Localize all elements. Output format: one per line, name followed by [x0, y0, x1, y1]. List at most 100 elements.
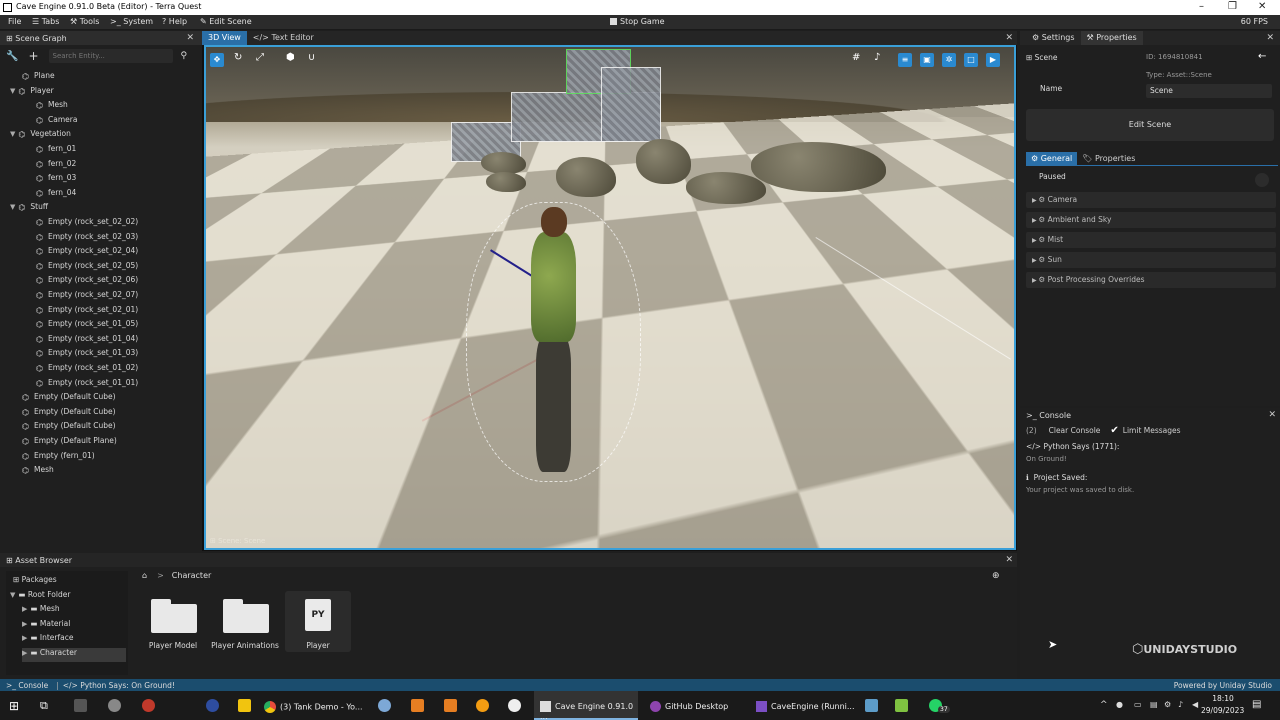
- asset-label[interactable]: Player Animations: [205, 641, 285, 650]
- edit-scene-button[interactable]: Edit Scene: [1026, 109, 1274, 141]
- asset-tree-item[interactable]: ⊞ Packages: [10, 575, 57, 589]
- cube-icon[interactable]: ⬢: [286, 52, 295, 63]
- tree-item[interactable]: ⌬ Empty (Default Plane): [22, 436, 117, 450]
- windows-start-icon[interactable]: ⊞: [9, 699, 19, 713]
- asset-tree-item[interactable]: ▶ ▬ Mesh: [22, 604, 60, 618]
- tree-item[interactable]: ⌬ Empty (rock_set_01_03): [36, 348, 138, 362]
- tree-item[interactable]: ⌬ Empty (rock_set_01_05): [36, 319, 138, 333]
- taskbar-app-visual-studio[interactable]: CaveEngine (Runni...: [752, 691, 856, 720]
- asset-tree-item[interactable]: ▶ ▬ Material: [22, 619, 70, 633]
- chevron-icon[interactable]: ▶: [22, 634, 27, 642]
- chevron-down-icon[interactable]: ▼: [10, 203, 15, 211]
- taskbar-app-cave-engine[interactable]: Cave Engine 0.91.0 ...: [534, 691, 638, 720]
- tab-general[interactable]: ⚙ General: [1026, 151, 1078, 166]
- chevron-down-icon[interactable]: ▼: [10, 87, 15, 95]
- edit-scene-menu[interactable]: ✎ Edit Scene: [200, 17, 252, 26]
- tree-item[interactable]: ▼ ⌬ Stuff: [10, 202, 48, 216]
- tree-item[interactable]: ⌬ Empty (Default Cube): [22, 392, 116, 406]
- check-icon[interactable]: ✔: [1110, 425, 1118, 436]
- paused-toggle[interactable]: [1255, 173, 1269, 187]
- taskbar-app-github[interactable]: GitHub Desktop: [646, 691, 746, 720]
- section-camera[interactable]: ▶ ⚙ Camera: [1026, 192, 1276, 208]
- tree-item[interactable]: ⌬ fern_03: [36, 173, 76, 187]
- tree-item[interactable]: ⌬ Camera: [36, 115, 77, 129]
- settings-tray-icon[interactable]: ⚙: [1164, 700, 1171, 709]
- tree-item[interactable]: ⌬ Empty (rock_set_01_02): [36, 363, 138, 377]
- tab-settings[interactable]: ⚙ Settings: [1026, 31, 1081, 45]
- tree-item[interactable]: ⌬ fern_04: [36, 188, 76, 202]
- camera-icon[interactable]: ▶: [986, 53, 1000, 67]
- breadcrumb-current[interactable]: Character: [172, 571, 212, 580]
- tree-item[interactable]: ⌬ Empty (Default Cube): [22, 421, 116, 435]
- menu-tools[interactable]: ⚒ Tools: [70, 17, 99, 26]
- minimize-icon[interactable]: –: [1199, 1, 1204, 12]
- tree-item[interactable]: ⌬ Empty (rock_set_02_04): [36, 246, 138, 260]
- status-console-label[interactable]: Console: [18, 681, 48, 690]
- menu-help[interactable]: ? Help: [162, 17, 187, 26]
- file-explorer-icon[interactable]: [238, 699, 251, 712]
- home-icon[interactable]: ⌂: [142, 571, 147, 580]
- tree-item[interactable]: ⌬ Empty (fern_01): [22, 451, 95, 465]
- tree-item[interactable]: ⌬ Empty (rock_set_02_02): [36, 217, 138, 231]
- tree-item[interactable]: ▼ ⌬ Player: [10, 86, 54, 100]
- chevron-icon[interactable]: ▶: [22, 649, 27, 657]
- section-mist[interactable]: ▶ ⚙ Mist: [1026, 232, 1276, 248]
- app-icon[interactable]: [895, 699, 908, 712]
- close-icon[interactable]: ✕: [1258, 1, 1266, 12]
- close-icon[interactable]: ✕: [1266, 33, 1274, 43]
- layers-icon[interactable]: ≡: [898, 53, 912, 67]
- tree-item[interactable]: ⌬ Empty (rock_set_02_03): [36, 232, 138, 246]
- tree-item[interactable]: ⌬ fern_01: [36, 144, 76, 158]
- menu-tabs[interactable]: ☰ Tabs: [32, 17, 59, 26]
- unreal-icon[interactable]: [508, 699, 521, 712]
- asset-tree-item[interactable]: ▶ ▬ Character: [22, 648, 126, 662]
- maximize-icon[interactable]: ❐: [1228, 1, 1237, 12]
- tree-item[interactable]: ⌬ fern_02: [36, 159, 76, 173]
- app-icon[interactable]: [378, 699, 391, 712]
- section-post-processing-overrides[interactable]: ▶ ⚙ Post Processing Overrides: [1026, 272, 1276, 288]
- move-tool-icon[interactable]: ✥: [210, 53, 224, 67]
- clock-time[interactable]: 18:10: [1203, 694, 1243, 703]
- tree-item[interactable]: ⌬ Empty (rock_set_02_06): [36, 275, 138, 289]
- stop-game-button[interactable]: Stop Game: [610, 17, 665, 26]
- tree-item[interactable]: ⌬ Mesh: [36, 100, 68, 114]
- scale-tool-icon[interactable]: ⤢: [256, 52, 264, 63]
- tree-item[interactable]: ⌬ Empty (rock_set_02_05): [36, 261, 138, 275]
- tree-item[interactable]: ⌬ Plane: [22, 71, 55, 85]
- app-icon[interactable]: [206, 699, 219, 712]
- clear-console-button[interactable]: Clear Console: [1049, 426, 1101, 435]
- volume-icon[interactable]: ♪: [1178, 700, 1183, 709]
- chevron-down-icon[interactable]: ▼: [10, 130, 15, 138]
- section-sun[interactable]: ▶ ⚙ Sun: [1026, 252, 1276, 268]
- tree-item[interactable]: ▼ ⌬ Vegetation: [10, 129, 71, 143]
- lock-icon[interactable]: ▣: [920, 53, 934, 67]
- asset-tree-item[interactable]: ▼ ▬ Root Folder: [10, 590, 70, 604]
- clock-date[interactable]: 29/09/2023: [1201, 706, 1244, 715]
- network-icon[interactable]: ▤: [1150, 700, 1158, 709]
- tree-item[interactable]: ⌬ Empty (rock_set_01_04): [36, 334, 138, 348]
- close-icon[interactable]: ✕: [186, 33, 194, 43]
- folder-icon[interactable]: [151, 599, 197, 633]
- app-icon[interactable]: [865, 699, 878, 712]
- app-icon[interactable]: [108, 699, 121, 712]
- mic-icon[interactable]: ●: [1116, 700, 1123, 709]
- name-field[interactable]: Scene: [1146, 84, 1272, 98]
- tab-properties-sub[interactable]: 🏷 Properties: [1077, 152, 1140, 166]
- close-icon[interactable]: ✕: [1005, 555, 1013, 565]
- menu-system[interactable]: >_ System: [110, 17, 153, 26]
- python-file-icon[interactable]: PY: [305, 599, 331, 631]
- asset-label[interactable]: Player Model: [133, 641, 213, 650]
- tab-properties[interactable]: ⚒ Properties: [1080, 31, 1143, 45]
- search-icon[interactable]: ⚲: [181, 51, 188, 61]
- tab-3d-view[interactable]: 3D View: [202, 31, 247, 45]
- tree-item[interactable]: ⌬ Empty (Default Cube): [22, 407, 116, 421]
- speaker-icon[interactable]: ♪: [874, 52, 880, 63]
- chevron-icon[interactable]: ▶: [22, 620, 27, 628]
- app-icon[interactable]: [142, 699, 155, 712]
- tree-item[interactable]: ⌬ Empty (rock_set_02_01): [36, 305, 138, 319]
- tree-item[interactable]: ⌬ Mesh: [22, 465, 54, 479]
- add-entity-icon[interactable]: +: [28, 49, 38, 63]
- task-view-icon[interactable]: ⧉: [40, 699, 48, 713]
- speaker-icon[interactable]: ◀: [1192, 700, 1198, 709]
- terminal-app-icon[interactable]: [74, 699, 87, 712]
